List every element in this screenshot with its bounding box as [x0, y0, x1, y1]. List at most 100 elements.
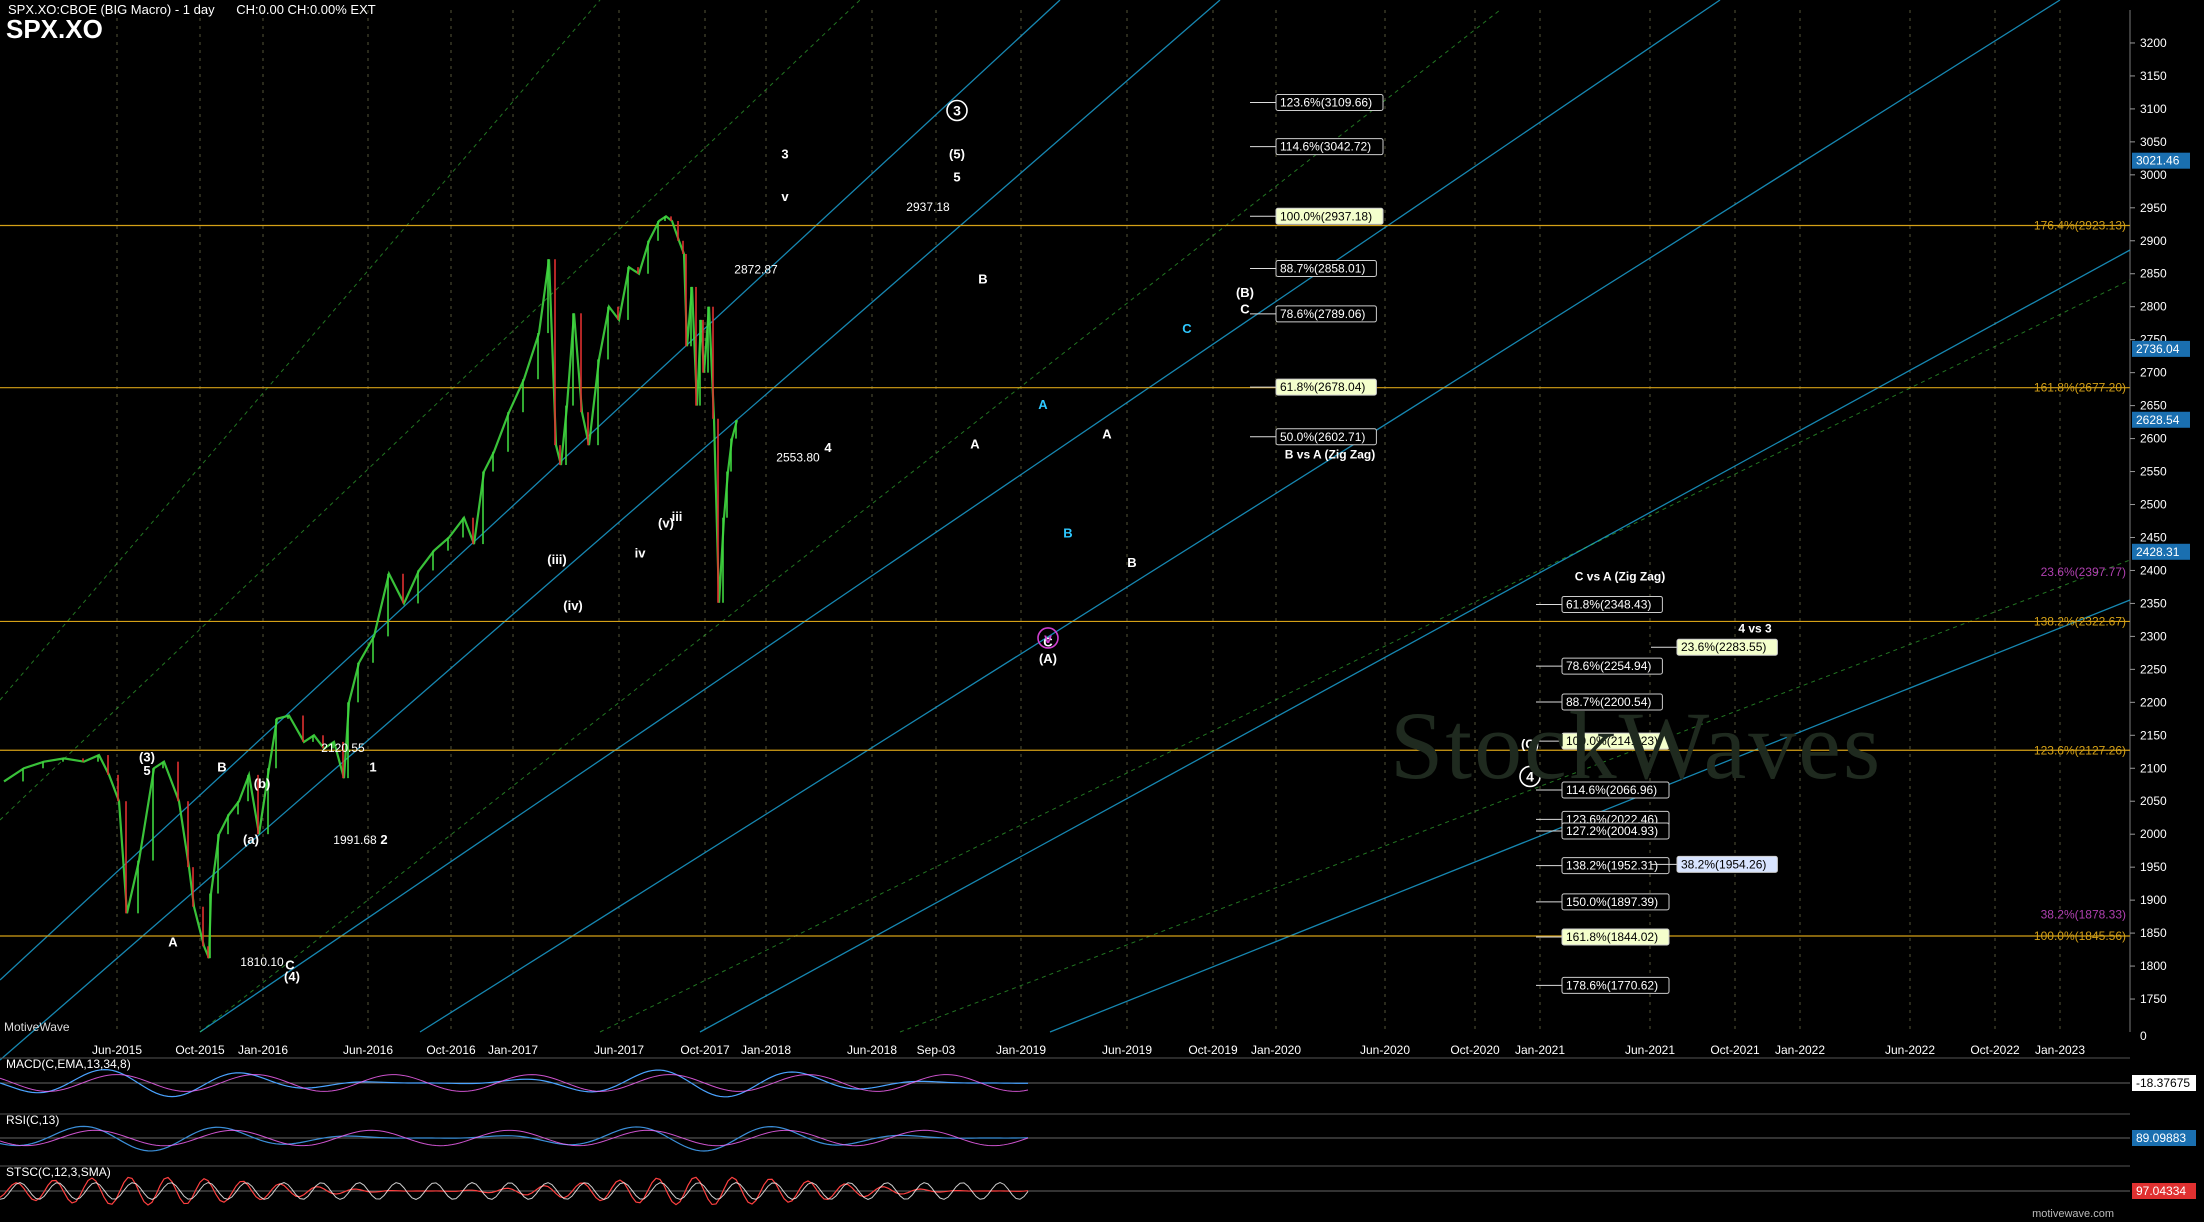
price-chart[interactable]: Jun-2015 Oct-2015 Jan-2016 Jun-2016 Oct-2016…: [0, 0, 2204, 1222]
fib-box-upper: 61.8%(2678.04): [1280, 380, 1365, 394]
wave-label: v: [781, 189, 789, 204]
wave-label: B: [1063, 525, 1072, 540]
price-tick-label: 1750: [2140, 992, 2167, 1006]
price-tick-label: 2300: [2140, 629, 2167, 643]
price-tick-label: 0: [2140, 1029, 2147, 1043]
channel-line-dashed: [0, 0, 601, 701]
price-tick-label: 2900: [2140, 234, 2167, 248]
indicator-label: STSC(C,12,3,SMA): [6, 1165, 111, 1179]
channel-line: [0, 0, 1221, 1061]
price-tick-label: 3150: [2140, 69, 2167, 83]
fib-box-upper: 123.6%(3109.66): [1280, 96, 1372, 110]
price-label: 1810.10: [240, 955, 284, 969]
indicator-value: 97.04334: [2136, 1184, 2186, 1198]
x-tick-label: Oct-2022: [1970, 1043, 2020, 1057]
x-tick-label: Jan-2023: [2035, 1043, 2085, 1057]
fib-box-lower: 161.8%(1844.02): [1566, 930, 1658, 944]
price-label: 2120.55: [321, 741, 365, 755]
wave-label: A: [1102, 427, 1112, 442]
wave-label: (B): [1236, 285, 1254, 300]
fib-level-label: 38.2%(1878.33): [2041, 907, 2126, 921]
fib-level-label: 100.0%(1845.56): [2034, 929, 2126, 943]
wave-label: (A): [1039, 651, 1057, 666]
change-info: CH:0.00 CH:0.00% EXT: [236, 2, 376, 17]
x-tick-label: Jun-2019: [1102, 1043, 1152, 1057]
price-tick-label: 2850: [2140, 267, 2167, 281]
x-tick-label: Jan-2022: [1775, 1043, 1825, 1057]
price-tick-label: 2400: [2140, 563, 2167, 577]
price-tick-label: 2200: [2140, 695, 2167, 709]
x-tick-label: Jun-2018: [847, 1043, 897, 1057]
price-label: 2872.87: [734, 263, 778, 277]
watermark-logo: StockWaves: [1390, 692, 1883, 799]
price-label: 1991.68: [333, 833, 377, 847]
indicator-label: MACD(C,EMA,13,34,8): [6, 1057, 131, 1071]
price-tick-label: 2550: [2140, 465, 2167, 479]
annotation-label: B vs A (Zig Zag): [1285, 447, 1375, 461]
x-tick-label: Jan-2021: [1515, 1043, 1565, 1057]
fib-box-upper: 88.7%(2858.01): [1280, 261, 1365, 275]
x-tick-label: Oct-2021: [1710, 1043, 1760, 1057]
price-tick-label: 2100: [2140, 761, 2167, 775]
channel-line-dashed: [0, 0, 861, 821]
wave-label: (5): [949, 146, 965, 161]
fib-box-upper: 100.0%(2937.18): [1280, 209, 1372, 223]
price-tick-label: 3100: [2140, 102, 2167, 116]
price-tick-label: 2950: [2140, 201, 2167, 215]
x-tick-label: Jun-2022: [1885, 1043, 1935, 1057]
channel-line: [0, 0, 1061, 981]
x-tick-label: Jan-2019: [996, 1043, 1046, 1057]
fib-box-extra: 38.2%(1954.26): [1681, 857, 1766, 871]
wave-label: 3: [781, 146, 788, 161]
wave-label: (v): [658, 516, 674, 531]
wave-label: A: [168, 934, 178, 949]
price-label: 2937.18: [906, 200, 950, 214]
annotation-label: 4 vs 3: [1738, 621, 1772, 635]
fib-level-label: 123.6%(2127.26): [2034, 743, 2126, 757]
price-marker-label: 2736.04: [2136, 342, 2180, 356]
wave-label: C: [1240, 301, 1250, 316]
symbol-label: SPX.XO: [6, 14, 103, 44]
x-tick-label: Jun-2021: [1625, 1043, 1675, 1057]
fib-box-upper: 50.0%(2602.71): [1280, 430, 1365, 444]
wave-label: (a): [243, 832, 259, 847]
fib-box-upper: 78.6%(2789.06): [1280, 307, 1365, 321]
fib-box-lower: 61.8%(2348.43): [1566, 597, 1651, 611]
price-tick-label: 1900: [2140, 893, 2167, 907]
annotation-label: C vs A (Zig Zag): [1575, 569, 1665, 583]
x-tick-label: Jan-2020: [1251, 1043, 1301, 1057]
wave-label: A: [1038, 397, 1048, 412]
wave-label: C: [285, 957, 295, 972]
wave-label: 5: [953, 169, 960, 184]
x-tick-label: Oct-2016: [426, 1043, 476, 1057]
x-tick-label: Jan-2016: [238, 1043, 288, 1057]
channel-line-dashed: [199, 9, 1501, 1033]
x-tick-label: Jan-2018: [741, 1043, 791, 1057]
price-tick-label: 2500: [2140, 498, 2167, 512]
wave-label: 4: [824, 440, 832, 455]
price-tick-label: 1800: [2140, 959, 2167, 973]
x-tick-label: Sep-03: [917, 1043, 956, 1057]
wave-label: (iii): [547, 552, 567, 567]
price-tick-label: 2050: [2140, 794, 2167, 808]
wave-label: iv: [635, 545, 647, 560]
x-tick-label: Oct-2020: [1450, 1043, 1500, 1057]
price-tick-label: 2250: [2140, 662, 2167, 676]
wave-label: 5: [143, 763, 150, 778]
wave-label: (b): [254, 776, 271, 791]
x-tick-label: Jun-2020: [1360, 1043, 1410, 1057]
wave-label: B: [1127, 555, 1136, 570]
price-marker-label: 3021.46: [2136, 154, 2180, 168]
price-label: 2553.80: [776, 451, 820, 465]
price-marker-label: 2628.54: [2136, 413, 2180, 427]
wave-label: 2: [380, 832, 387, 847]
price-tick-label: 3200: [2140, 36, 2167, 50]
price-tick-label: 2450: [2140, 530, 2167, 544]
price-tick-label: 2600: [2140, 432, 2167, 446]
indicator-label: RSI(C,13): [6, 1113, 59, 1127]
wave-label: 1: [369, 760, 376, 775]
wave-label: 3: [953, 102, 961, 118]
wave-label: B: [978, 272, 987, 287]
price-tick-label: 3050: [2140, 135, 2167, 149]
fib-box-upper: 114.6%(3042.72): [1280, 140, 1371, 154]
